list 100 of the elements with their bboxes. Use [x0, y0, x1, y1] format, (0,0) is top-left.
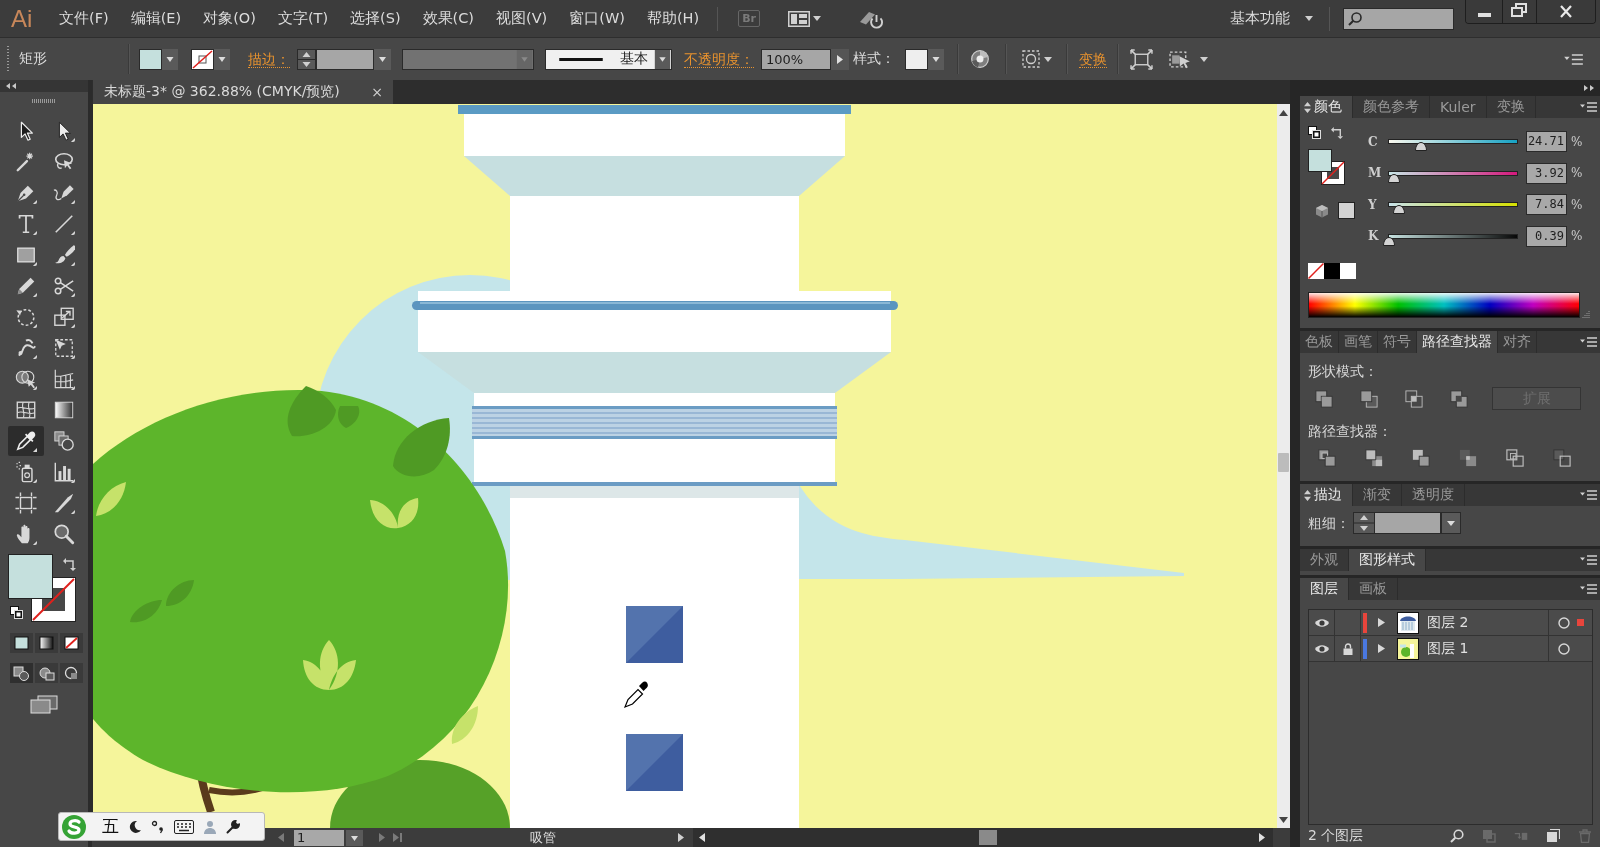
- none-mode-icon[interactable]: [60, 633, 83, 653]
- page-prev-icon[interactable]: [278, 833, 284, 842]
- overlapping-squares-icon[interactable]: [1365, 449, 1383, 467]
- panel-menu-icon[interactable]: [1564, 53, 1583, 65]
- paintbrush-icon[interactable]: [53, 243, 75, 266]
- page-last-icon[interactable]: [393, 833, 402, 842]
- caret-icon[interactable]: [1441, 512, 1461, 534]
- overlapping-squares-icon[interactable]: [1553, 449, 1571, 467]
- collapse-arrows-icon[interactable]: [6, 83, 16, 89]
- panel-tab[interactable]: 画笔: [1339, 331, 1378, 353]
- swatch-icon[interactable]: [1340, 263, 1356, 279]
- new-page-icon[interactable]: [1546, 829, 1560, 843]
- ime-mode[interactable]: 五: [102, 815, 119, 838]
- overlapping-squares-icon[interactable]: [1360, 389, 1378, 408]
- punctuation-icon[interactable]: [151, 819, 165, 834]
- default-colors-icon[interactable]: [10, 606, 23, 619]
- caret-icon[interactable]: [928, 48, 944, 70]
- swap-arrows-icon[interactable]: [63, 557, 77, 571]
- panel-menu-icon[interactable]: [1580, 337, 1597, 347]
- zoom-icon[interactable]: [53, 522, 75, 545]
- target-circle-icon[interactable]: [1558, 616, 1570, 629]
- scale-icon[interactable]: [53, 305, 75, 328]
- value-field[interactable]: 7.84: [1526, 194, 1567, 216]
- stroke-weight-field[interactable]: [1375, 512, 1441, 534]
- horizontal-scrollbar[interactable]: [693, 828, 1273, 847]
- grip-handle[interactable]: [7, 46, 9, 72]
- panel-tab[interactable]: 描边: [1300, 484, 1353, 506]
- warp-icon[interactable]: [15, 336, 37, 359]
- panel-menu-icon[interactable]: [1580, 555, 1597, 565]
- stroke-profile-dropdown[interactable]: 基本: [545, 48, 672, 70]
- document-tab[interactable]: 未标题-3* @ 362.88% (CMYK/预览) ×: [93, 80, 393, 104]
- overlapping-squares-icon[interactable]: [1506, 449, 1524, 467]
- slider-thumb[interactable]: [1393, 205, 1406, 215]
- gradient-mode-icon[interactable]: [35, 633, 58, 653]
- arrow-down-icon[interactable]: [1279, 817, 1288, 823]
- search-icon[interactable]: [1450, 829, 1464, 843]
- corner-arrows-frame-icon[interactable]: [1130, 48, 1153, 70]
- layer-row[interactable]: 图层 1: [1309, 636, 1592, 662]
- panel-tab[interactable]: 图形样式: [1349, 549, 1426, 571]
- stroke-none-swatch-icon[interactable]: [191, 48, 214, 70]
- line-tool-icon[interactable]: [53, 212, 75, 235]
- stepper-arrows-icon[interactable]: [1353, 512, 1375, 534]
- scrollbar-thumb[interactable]: [979, 830, 997, 845]
- overlapping-squares-icon[interactable]: [1412, 449, 1430, 467]
- slider-thumb[interactable]: [1388, 173, 1400, 183]
- panel-tab[interactable]: 色板: [1300, 331, 1339, 353]
- hand-icon[interactable]: [15, 522, 37, 545]
- page-number-field[interactable]: 1: [294, 829, 344, 846]
- menu-item[interactable]: 编辑(E): [130, 9, 182, 28]
- overlapping-squares-icon[interactable]: [1405, 389, 1423, 408]
- expand-toggle-icon[interactable]: [1304, 489, 1311, 501]
- arrow-left-icon[interactable]: [699, 833, 705, 842]
- caret-icon[interactable]: [1044, 56, 1052, 62]
- draw-normal-icon[interactable]: [10, 663, 33, 683]
- triangle-right-icon[interactable]: [831, 48, 849, 70]
- panel-tab[interactable]: 路径查找器: [1417, 331, 1498, 353]
- wrench-icon[interactable]: [226, 819, 240, 834]
- caret-icon[interactable]: [346, 829, 363, 846]
- fill-swatch-icon[interactable]: [1308, 149, 1332, 172]
- moon-icon[interactable]: [128, 819, 142, 834]
- menu-item[interactable]: 效果(C): [422, 9, 475, 28]
- caret-icon[interactable]: [812, 16, 821, 21]
- fill-swatch-icon[interactable]: [139, 48, 162, 70]
- layer-row[interactable]: 图层 2: [1309, 610, 1592, 636]
- slice-icon[interactable]: [53, 491, 75, 514]
- blend-icon[interactable]: [53, 429, 75, 452]
- web-color-swatch-icon[interactable]: [1338, 202, 1355, 219]
- opacity-panel-link[interactable]: 不透明度：: [684, 50, 754, 68]
- workspace-layout-icon[interactable]: [787, 10, 810, 27]
- free-transform-icon[interactable]: [53, 336, 75, 359]
- value-field[interactable]: 0.39: [1526, 225, 1567, 247]
- color-spectrum-bar[interactable]: [1308, 292, 1580, 318]
- column-graph-icon[interactable]: [53, 460, 75, 483]
- menu-item[interactable]: 文字(T): [277, 9, 329, 28]
- resize-grip-icon[interactable]: [1582, 310, 1590, 318]
- menu-item[interactable]: 文件(F): [59, 9, 109, 28]
- color-ball-icon[interactable]: [971, 50, 989, 68]
- overlapping-squares-icon[interactable]: [1450, 389, 1468, 408]
- menu-item[interactable]: 选择(S): [350, 9, 401, 28]
- eye-icon[interactable]: [1313, 643, 1330, 654]
- keyboard-icon[interactable]: [174, 819, 194, 834]
- s-logo-icon[interactable]: [61, 813, 87, 840]
- swap-arrows-icon[interactable]: [1331, 126, 1344, 139]
- menu-item[interactable]: 视图(V): [496, 9, 548, 28]
- fill-swatch-icon[interactable]: [8, 554, 53, 599]
- panel-menu-icon[interactable]: [1580, 102, 1597, 112]
- eyedropper-icon[interactable]: [8, 425, 44, 456]
- lock-icon[interactable]: [1342, 642, 1353, 655]
- panel-tab[interactable]: 颜色参考: [1353, 96, 1430, 118]
- overlapping-squares-icon[interactable]: [1318, 449, 1336, 467]
- spray-can-icon[interactable]: [15, 460, 37, 483]
- expand-arrows-icon[interactable]: [1584, 85, 1594, 91]
- panel-tab[interactable]: 变换: [1486, 96, 1536, 118]
- caret-icon[interactable]: [162, 48, 178, 70]
- triangle-right-icon[interactable]: [1377, 618, 1386, 627]
- triangle-right-icon[interactable]: [1377, 644, 1386, 653]
- grip-handle[interactable]: [32, 99, 56, 103]
- panel-tab[interactable]: Kuler: [1430, 96, 1487, 118]
- draw-behind-icon[interactable]: [35, 663, 58, 683]
- cube-icon[interactable]: [1315, 203, 1329, 218]
